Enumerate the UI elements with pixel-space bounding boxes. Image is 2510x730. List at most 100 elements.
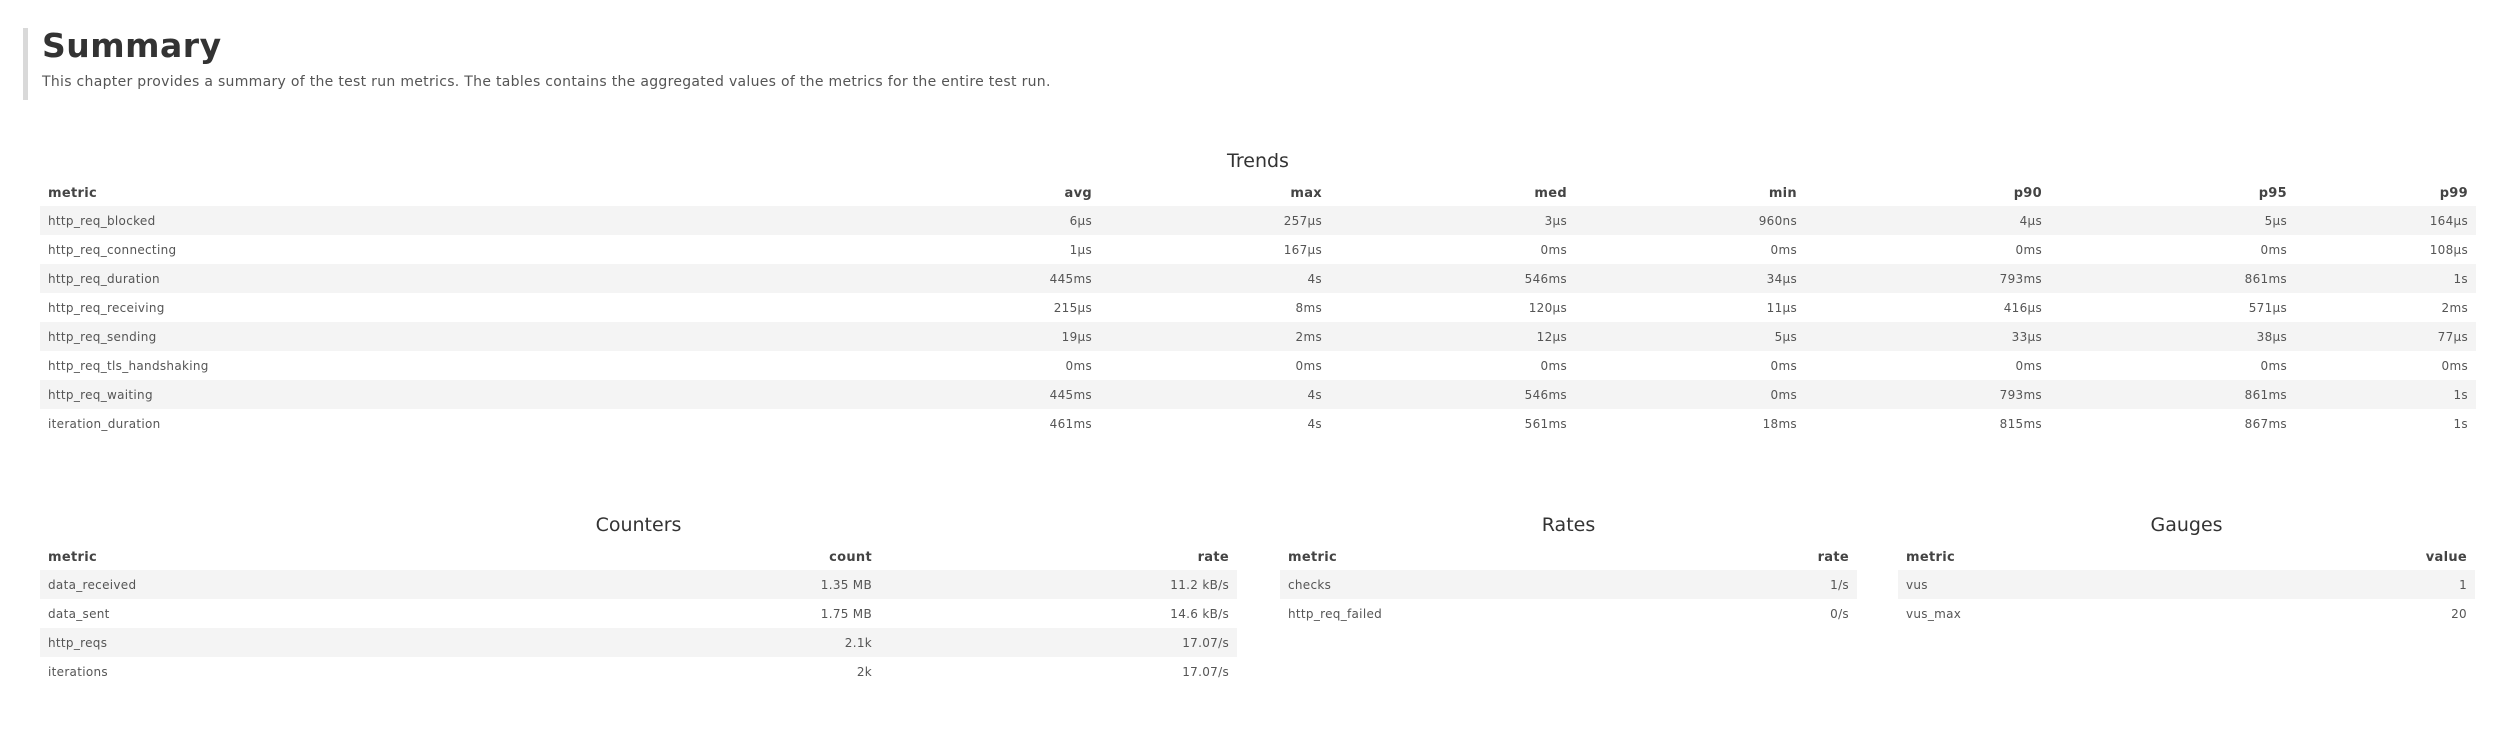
trends-cell-p90: 4µs xyxy=(1805,206,2050,235)
trends-cell-metric: http_req_sending xyxy=(40,322,700,351)
trends-row: http_req_duration 445ms 4s 546ms 34µs 793ms 86… xyxy=(40,264,2476,293)
trends-cell-p99: 164µs xyxy=(2295,206,2476,235)
trends-col-p90: p90 xyxy=(2013,185,2042,201)
trends-cell-p95: 571µs xyxy=(2050,293,2295,322)
trends-table: metric avg max med min p90 p95 p99 http_… xyxy=(40,180,2476,438)
rates-table: metric rate checks 1/s http_req_failed 0/s xyxy=(1280,544,1857,628)
trends-cell-min: 0ms xyxy=(1575,235,1805,264)
trends-cell-avg: 461ms xyxy=(700,409,1100,438)
trends-cell-med: 0ms xyxy=(1330,351,1575,380)
trends-row: http_req_sending 19µs 2ms 12µs 5µs 33µs 38µs 77… xyxy=(40,322,2476,351)
counters-cell-metric: http_reqs xyxy=(40,628,520,657)
counters-title: Counters xyxy=(595,514,682,536)
trends-col-metric: metric xyxy=(48,185,97,201)
trends-col-max: max xyxy=(1290,185,1322,201)
trends-cell-max: 257µs xyxy=(1100,206,1330,235)
trends-cell-p90: 793ms xyxy=(1805,380,2050,409)
counters-cell-metric: data_received xyxy=(40,570,520,599)
trends-cell-metric: http_req_blocked xyxy=(40,206,700,235)
trends-cell-p95: 0ms xyxy=(2050,351,2295,380)
trends-cell-p90: 815ms xyxy=(1805,409,2050,438)
rates-section: Rates metric rate checks 1/s http_req_fail… xyxy=(1280,514,1857,628)
summary-header: Summary This chapter provides a summary … xyxy=(23,26,1051,100)
gauges-row: vus 1 xyxy=(1898,570,2475,599)
gauges-title: Gauges xyxy=(2150,514,2223,536)
gauges-col-value: value xyxy=(2425,549,2467,565)
trends-cell-p90: 793ms xyxy=(1805,264,2050,293)
trends-cell-avg: 445ms xyxy=(700,264,1100,293)
trends-title: Trends xyxy=(1227,150,1289,172)
trends-cell-avg: 19µs xyxy=(700,322,1100,351)
gauges-table: metric value vus 1 vus_max 20 xyxy=(1898,544,2475,628)
counters-col-rate: rate xyxy=(1197,549,1229,565)
trends-cell-min: 5µs xyxy=(1575,322,1805,351)
gauges-cell-metric: vus xyxy=(1898,570,2218,599)
counters-cell-rate: 17.07/s xyxy=(880,657,1237,686)
trends-cell-avg: 445ms xyxy=(700,380,1100,409)
rates-cell-metric: http_req_failed xyxy=(1280,599,1684,628)
trends-cell-metric: http_req_tls_handshaking xyxy=(40,351,700,380)
trends-cell-metric: http_req_waiting xyxy=(40,380,700,409)
trends-cell-med: 546ms xyxy=(1330,380,1575,409)
counters-cell-count: 2.1k xyxy=(520,628,880,657)
trends-cell-med: 546ms xyxy=(1330,264,1575,293)
rates-col-rate: rate xyxy=(1817,549,1849,565)
trends-cell-p99: 0ms xyxy=(2295,351,2476,380)
trends-col-p99: p99 xyxy=(2439,185,2468,201)
trends-cell-max: 0ms xyxy=(1100,351,1330,380)
gauges-section: Gauges metric value vus 1 vus_max 20 xyxy=(1898,514,2475,628)
trends-col-med: med xyxy=(1534,185,1567,201)
report-page: Summary This chapter provides a summary … xyxy=(0,0,2510,730)
counters-col-count: count xyxy=(829,549,872,565)
trends-cell-p95: 861ms xyxy=(2050,264,2295,293)
counters-cell-metric: iterations xyxy=(40,657,520,686)
trends-section: Trends metric avg max med min p90 p95 p9… xyxy=(40,150,2476,438)
trends-cell-max: 167µs xyxy=(1100,235,1330,264)
trends-cell-p99: 1s xyxy=(2295,380,2476,409)
counters-body: data_received 1.35 MB 11.2 kB/s data_sent 1.… xyxy=(40,570,1237,686)
trends-cell-p99: 77µs xyxy=(2295,322,2476,351)
gauges-body: vus 1 vus_max 20 xyxy=(1898,570,2475,628)
rates-row: checks 1/s xyxy=(1280,570,1857,599)
trends-cell-min: 34µs xyxy=(1575,264,1805,293)
trends-cell-avg: 215µs xyxy=(700,293,1100,322)
trends-cell-metric: iteration_duration xyxy=(40,409,700,438)
rates-cell-rate: 0/s xyxy=(1683,599,1857,628)
trends-cell-p99: 108µs xyxy=(2295,235,2476,264)
trends-cell-min: 18ms xyxy=(1575,409,1805,438)
trends-cell-p95: 0ms xyxy=(2050,235,2295,264)
counters-cell-count: 1.35 MB xyxy=(520,570,880,599)
page-title: Summary xyxy=(42,26,222,65)
trends-cell-med: 0ms xyxy=(1330,235,1575,264)
trends-cell-p99: 2ms xyxy=(2295,293,2476,322)
trends-cell-min: 0ms xyxy=(1575,380,1805,409)
counters-row: data_sent 1.75 MB 14.6 kB/s xyxy=(40,599,1237,628)
trends-cell-p90: 0ms xyxy=(1805,351,2050,380)
counters-cell-rate: 17.07/s xyxy=(880,628,1237,657)
counters-col-metric: metric xyxy=(48,549,97,565)
trends-cell-med: 3µs xyxy=(1330,206,1575,235)
trends-cell-p95: 861ms xyxy=(2050,380,2295,409)
counters-cell-count: 2k xyxy=(520,657,880,686)
gauges-col-metric: metric xyxy=(1906,549,1955,565)
trends-cell-p99: 1s xyxy=(2295,264,2476,293)
trends-cell-p95: 38µs xyxy=(2050,322,2295,351)
rates-title: Rates xyxy=(1541,514,1596,536)
counters-cell-metric: data_sent xyxy=(40,599,520,628)
trends-col-avg: avg xyxy=(1064,185,1092,201)
gauges-cell-value: 20 xyxy=(2217,599,2475,628)
trends-cell-metric: http_req_duration xyxy=(40,264,700,293)
counters-section: Counters metric count rate data_received… xyxy=(40,514,1237,686)
gauges-row: vus_max 20 xyxy=(1898,599,2475,628)
gauges-header-row: metric value xyxy=(1898,544,2475,570)
gauges-cell-metric: vus_max xyxy=(1898,599,2218,628)
trends-cell-avg: 0ms xyxy=(700,351,1100,380)
trends-col-min: min xyxy=(1768,185,1797,201)
trends-col-p95: p95 xyxy=(2258,185,2287,201)
trends-row: http_req_receiving 215µs 8ms 120µs 11µs 416µs… xyxy=(40,293,2476,322)
trends-cell-max: 2ms xyxy=(1100,322,1330,351)
rates-cell-rate: 1/s xyxy=(1683,570,1857,599)
trends-header-row: metric avg max med min p90 p95 p99 xyxy=(40,180,2476,206)
trends-cell-avg: 6µs xyxy=(700,206,1100,235)
trends-cell-max: 8ms xyxy=(1100,293,1330,322)
